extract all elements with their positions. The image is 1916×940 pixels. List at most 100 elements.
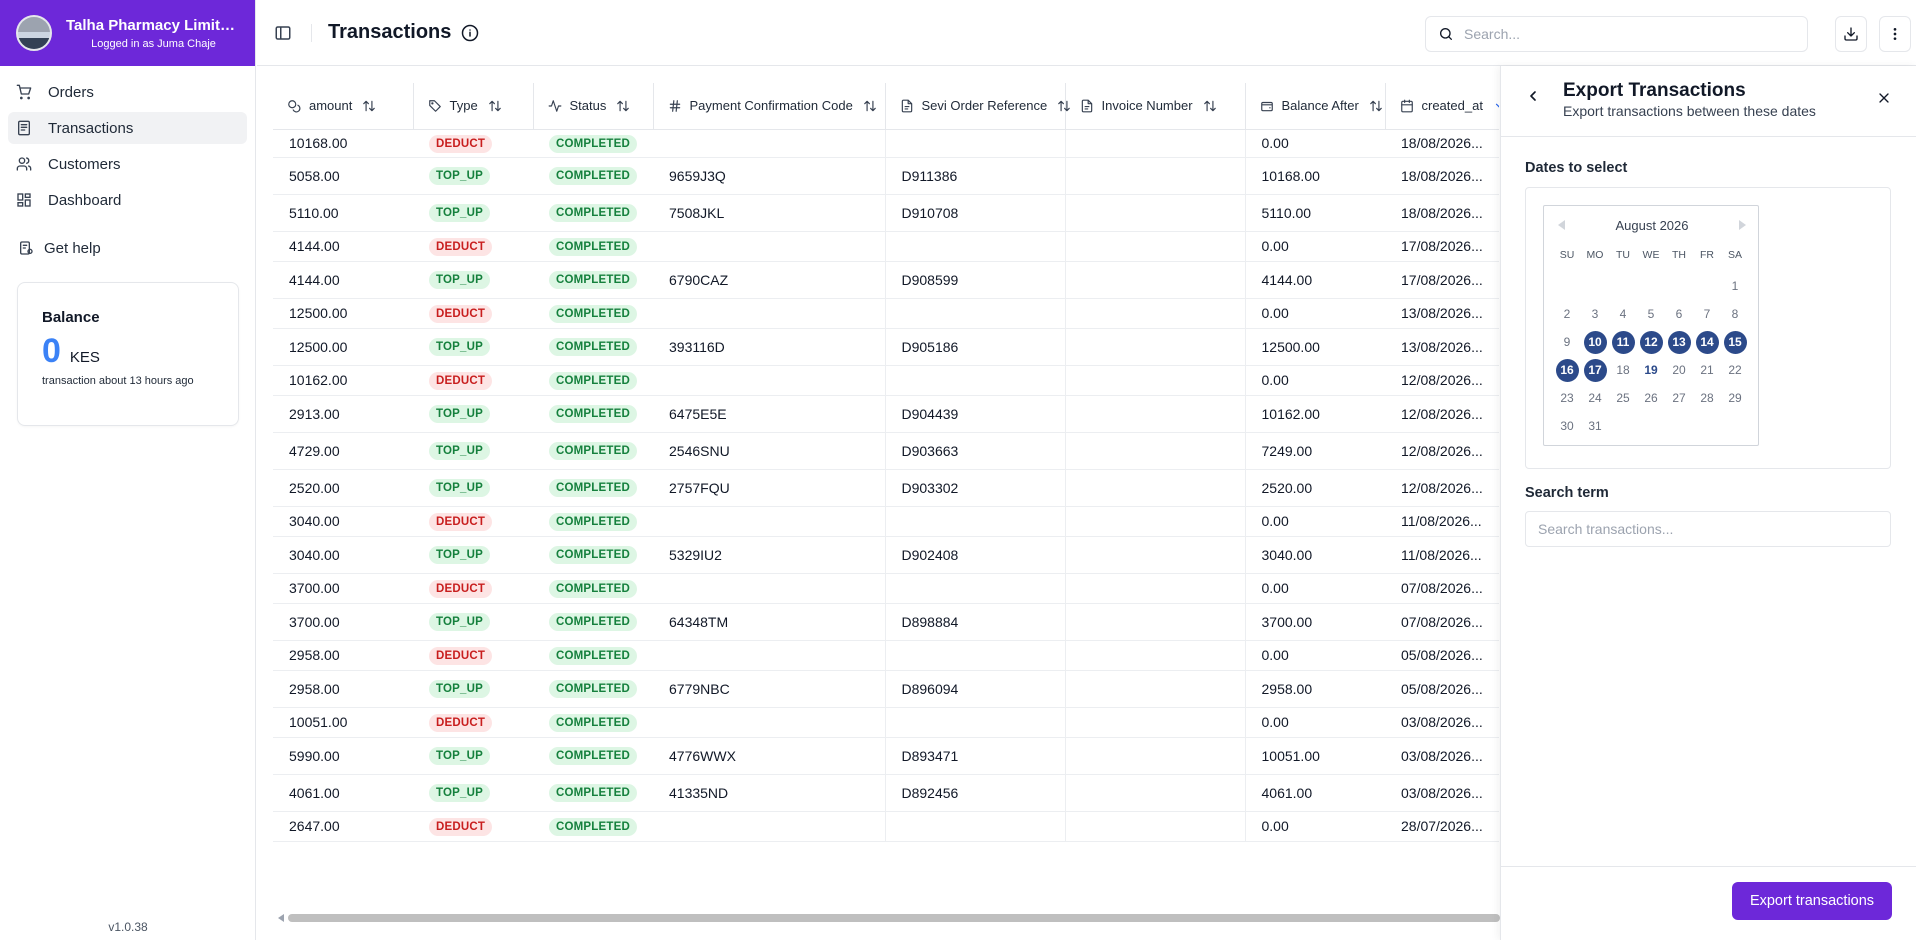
calendar-day[interactable]: 24 [1581, 384, 1609, 412]
calendar-day[interactable]: 17 [1581, 356, 1609, 384]
prev-month-icon[interactable] [1558, 220, 1565, 230]
table-row[interactable]: 2520.00 TOP_UP COMPLETED 2757FQU D903302 2520… [273, 469, 1499, 507]
table-row[interactable]: 10162.00 DEDUCT COMPLETED 0.00 12/08/2026... [273, 365, 1499, 396]
calendar-day[interactable]: 4 [1609, 300, 1637, 328]
table-row[interactable]: 3040.00 DEDUCT COMPLETED 0.00 11/08/2026... [273, 506, 1499, 537]
cell-type: DEDUCT [413, 129, 533, 158]
column-header-balance-after[interactable]: Balance After [1245, 83, 1386, 130]
sort-icon[interactable] [616, 99, 630, 113]
calendar-day[interactable]: 21 [1693, 356, 1721, 384]
column-header-status[interactable]: Status [533, 83, 654, 130]
column-header-amount[interactable]: amount [273, 83, 414, 130]
sort-desc-icon[interactable] [1493, 99, 1499, 113]
calendar-day[interactable]: 13 [1665, 328, 1693, 356]
sort-icon[interactable] [1203, 99, 1217, 113]
calendar-day[interactable]: 9 [1553, 328, 1581, 356]
sidebar-item-transactions[interactable]: Transactions [8, 112, 247, 144]
org-switcher[interactable]: Talha Pharmacy Limited -... Logged in as… [0, 0, 255, 66]
column-header-type[interactable]: Type [413, 83, 534, 130]
table-row[interactable]: 3700.00 DEDUCT COMPLETED 0.00 07/08/2026... [273, 573, 1499, 604]
sort-icon[interactable] [1369, 99, 1383, 113]
table-row[interactable]: 10051.00 DEDUCT COMPLETED 0.00 03/08/2026... [273, 707, 1499, 738]
cell-invoice-number [1065, 231, 1246, 262]
sidebar-toggle-button[interactable] [269, 19, 297, 47]
calendar-day[interactable]: 20 [1665, 356, 1693, 384]
calendar-day[interactable]: 27 [1665, 384, 1693, 412]
sort-icon[interactable] [1057, 99, 1071, 113]
horizontal-scrollbar[interactable] [278, 913, 1500, 923]
weekday-label: FR [1700, 249, 1714, 261]
column-header-invoice-number[interactable]: Invoice Number [1065, 83, 1246, 130]
table-row[interactable]: 5990.00 TOP_UP COMPLETED 4776WWX D893471 1005… [273, 737, 1499, 775]
table-row[interactable]: 5058.00 TOP_UP COMPLETED 9659J3Q D911386 1016… [273, 157, 1499, 195]
calendar-day[interactable]: 14 [1693, 328, 1721, 356]
column-header-created-at[interactable]: created_at [1385, 83, 1499, 130]
weekday-label: SU [1559, 249, 1575, 261]
column-header-payment-code[interactable]: Payment Confirmation Code [653, 83, 886, 130]
search-input[interactable] [1464, 26, 1784, 42]
calendar-day[interactable]: 7 [1693, 300, 1721, 328]
calendar-day[interactable]: 10 [1581, 328, 1609, 356]
calendar-day[interactable]: 23 [1553, 384, 1581, 412]
table-row[interactable]: 4144.00 DEDUCT COMPLETED 0.00 17/08/2026... [273, 231, 1499, 262]
calendar-day[interactable]: 29 [1721, 384, 1749, 412]
table-row[interactable]: 4144.00 TOP_UP COMPLETED 6790CAZ D908599 4144… [273, 261, 1499, 299]
sort-icon[interactable] [362, 99, 376, 113]
calendar-day[interactable]: 6 [1665, 300, 1693, 328]
scroll-left-arrow-icon[interactable] [278, 914, 284, 922]
sort-icon[interactable] [863, 99, 877, 113]
calendar-day[interactable]: 19 [1637, 356, 1665, 384]
status-badge: COMPLETED [549, 579, 637, 598]
calendar-day[interactable]: 30 [1553, 412, 1581, 440]
table-row[interactable]: 2958.00 TOP_UP COMPLETED 6779NBC D896094 2958… [273, 670, 1499, 708]
table-row[interactable]: 3700.00 TOP_UP COMPLETED 64348TM D898884 3700… [273, 603, 1499, 641]
table-row[interactable]: 12500.00 DEDUCT COMPLETED 0.00 13/08/2026... [273, 298, 1499, 329]
calendar-day[interactable]: 11 [1609, 328, 1637, 356]
cell-amount: 2647.00 [273, 811, 413, 842]
table-row[interactable]: 5110.00 TOP_UP COMPLETED 7508JKL D910708 5110… [273, 194, 1499, 232]
next-month-icon[interactable] [1738, 220, 1746, 230]
calendar-day[interactable]: 3 [1581, 300, 1609, 328]
calendar-day[interactable]: 12 [1637, 328, 1665, 356]
export-transactions-button[interactable]: Export transactions [1732, 882, 1892, 920]
table-row[interactable]: 4729.00 TOP_UP COMPLETED 2546SNU D903663 7249… [273, 432, 1499, 470]
sidebar-item-orders[interactable]: Orders [8, 76, 247, 108]
sidebar-item-customers[interactable]: Customers [8, 148, 247, 180]
more-options-button[interactable] [1879, 16, 1911, 52]
calendar-day[interactable]: 31 [1581, 412, 1609, 440]
calendar-day[interactable]: 26 [1637, 384, 1665, 412]
get-help-link[interactable]: Get help [0, 234, 255, 262]
calendar-day[interactable]: 1 [1721, 272, 1749, 300]
close-button[interactable] [1876, 90, 1892, 106]
download-button[interactable] [1835, 16, 1867, 52]
calendar-day[interactable]: 22 [1721, 356, 1749, 384]
global-search[interactable] [1425, 16, 1808, 52]
table-row[interactable]: 10168.00 DEDUCT COMPLETED 0.00 18/08/2026... [273, 129, 1499, 158]
calendar-day[interactable]: 8 [1721, 300, 1749, 328]
cell-payment-code: 4776WWX [653, 737, 886, 775]
sort-icon[interactable] [488, 99, 502, 113]
status-badge: COMPLETED [549, 479, 637, 497]
calendar-day[interactable]: 15 [1721, 328, 1749, 356]
cell-payment-code: 9659J3Q [653, 157, 886, 195]
search-term-input[interactable] [1525, 511, 1891, 547]
calendar-day[interactable]: 28 [1693, 384, 1721, 412]
calendar-day[interactable]: 16 [1553, 356, 1581, 384]
scrollbar-thumb[interactable] [288, 914, 1500, 922]
calendar-day[interactable]: 25 [1609, 384, 1637, 412]
type-badge: DEDUCT [429, 817, 493, 836]
calendar-empty-cell [1609, 272, 1637, 300]
calendar-day[interactable]: 5 [1637, 300, 1665, 328]
sidebar-item-dashboard[interactable]: Dashboard [8, 184, 247, 216]
column-header-order-reference[interactable]: Sevi Order Reference [885, 83, 1071, 130]
table-row[interactable]: 2913.00 TOP_UP COMPLETED 6475E5E D904439 1016… [273, 395, 1499, 433]
back-button[interactable] [1525, 88, 1541, 104]
info-icon[interactable] [461, 24, 479, 42]
table-row[interactable]: 12500.00 TOP_UP COMPLETED 393116D D905186 125… [273, 328, 1499, 366]
table-row[interactable]: 2958.00 DEDUCT COMPLETED 0.00 05/08/2026... [273, 640, 1499, 671]
calendar-day[interactable]: 18 [1609, 356, 1637, 384]
table-row[interactable]: 4061.00 TOP_UP COMPLETED 41335ND D892456 4061… [273, 774, 1499, 812]
table-row[interactable]: 3040.00 TOP_UP COMPLETED 5329IU2 D902408 3040… [273, 536, 1499, 574]
calendar-day[interactable]: 2 [1553, 300, 1581, 328]
table-row[interactable]: 2647.00 DEDUCT COMPLETED 0.00 28/07/2026... [273, 811, 1499, 842]
